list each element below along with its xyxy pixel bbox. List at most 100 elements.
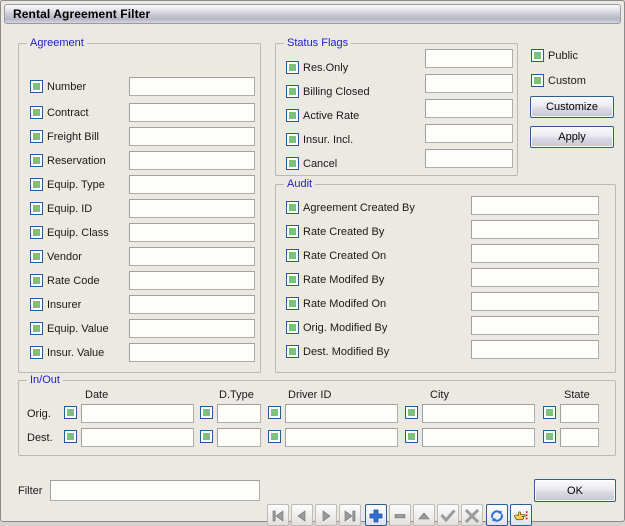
audit-orig-modified-by-checkbox[interactable] [286, 321, 299, 334]
orig-state-input[interactable] [560, 404, 599, 423]
agreement-equip-type-input[interactable] [129, 175, 255, 194]
agreement-insur-value-checkbox[interactable] [30, 346, 43, 359]
apply-button[interactable]: Apply [530, 126, 614, 148]
status-active-rate-input[interactable] [425, 99, 513, 118]
title-bar[interactable]: Rental Agreement Filter [4, 4, 621, 24]
agreement-freight-bill-input[interactable] [129, 127, 255, 146]
orig-date-checkbox[interactable] [64, 406, 77, 419]
dest-state-checkbox[interactable] [543, 430, 556, 443]
filter-input[interactable] [50, 480, 260, 501]
audit-dest-modified-by-input[interactable] [471, 340, 599, 359]
agreement-equip-id-label: Equip. ID [47, 203, 92, 215]
agreement-rate-code-input[interactable] [129, 271, 255, 290]
agreement-equip-value-checkbox[interactable] [30, 322, 43, 335]
agreement-insurer-checkbox[interactable] [30, 298, 43, 311]
dest-driver-checkbox[interactable] [268, 430, 281, 443]
audit-rate-modified-by-checkbox[interactable] [286, 273, 299, 286]
edit-record-button[interactable] [413, 504, 435, 526]
status-active-rate-checkbox[interactable] [286, 109, 299, 122]
ok-button-label: OK [567, 485, 583, 497]
agreement-number-input[interactable] [129, 77, 255, 96]
dest-state-input[interactable] [560, 428, 599, 447]
dest-date-input[interactable] [81, 428, 194, 447]
agreement-rate-code-checkbox[interactable] [30, 274, 43, 287]
orig-driver-id-input[interactable] [285, 404, 398, 423]
agreement-equip-type-checkbox[interactable] [30, 178, 43, 191]
audit-row-orig-modified-by: Orig. Modified By [286, 321, 387, 334]
ok-button[interactable]: OK [534, 479, 616, 502]
dest-city-input[interactable] [422, 428, 535, 447]
dest-date-checkbox[interactable] [64, 430, 77, 443]
agreement-vendor-checkbox[interactable] [30, 250, 43, 263]
status-res-only-input[interactable] [425, 49, 513, 68]
status-billing-closed-input[interactable] [425, 74, 513, 93]
pointer-hand-button[interactable] [510, 504, 532, 526]
dest-driver-id-input[interactable] [285, 428, 398, 447]
agreement-equip-id-input[interactable] [129, 199, 255, 218]
next-record-button[interactable] [315, 504, 337, 526]
audit-rate-created-on-input[interactable] [471, 244, 599, 263]
public-checkbox[interactable] [531, 49, 544, 62]
agreement-row-contract: Contract [30, 106, 89, 119]
refresh-button[interactable] [486, 504, 508, 526]
audit-agreement-created-by-input[interactable] [471, 196, 599, 215]
audit-group-label: Audit [284, 178, 315, 190]
status-row-insur-incl: Insur. Incl. [286, 133, 353, 146]
orig-dtype-checkbox[interactable] [200, 406, 213, 419]
orig-city-checkbox[interactable] [405, 406, 418, 419]
audit-agreement-created-by-checkbox[interactable] [286, 201, 299, 214]
orig-driver-checkbox[interactable] [268, 406, 281, 419]
orig-city-input[interactable] [422, 404, 535, 423]
agreement-insur-value-input[interactable] [129, 343, 255, 362]
audit-row-rate-modified-on: Rate Modifed On [286, 297, 386, 310]
orig-date-input[interactable] [81, 404, 194, 423]
in-out-row-label-orig: Orig. [27, 408, 51, 420]
last-record-button[interactable] [339, 504, 361, 526]
agreement-reservation-checkbox[interactable] [30, 154, 43, 167]
agreement-freight-bill-checkbox[interactable] [30, 130, 43, 143]
rental-agreement-filter-window: Rental Agreement Filter Agreement Number… [0, 0, 625, 522]
add-record-button[interactable] [365, 504, 387, 526]
agreement-reservation-input[interactable] [129, 151, 255, 170]
status-cancel-checkbox[interactable] [286, 157, 299, 170]
agreement-equip-id-checkbox[interactable] [30, 202, 43, 215]
audit-rate-modified-by-input[interactable] [471, 268, 599, 287]
agreement-contract-checkbox[interactable] [30, 106, 43, 119]
agreement-vendor-input[interactable] [129, 247, 255, 266]
agreement-insur-value-label: Insur. Value [47, 347, 104, 359]
agreement-equip-class-input[interactable] [129, 223, 255, 242]
dest-dtype-input[interactable] [217, 428, 261, 447]
dest-dtype-checkbox[interactable] [200, 430, 213, 443]
post-edit-button[interactable] [437, 504, 459, 526]
status-res-only-checkbox[interactable] [286, 61, 299, 74]
previous-record-button[interactable] [291, 504, 313, 526]
custom-checkbox[interactable] [531, 74, 544, 87]
agreement-equip-class-checkbox[interactable] [30, 226, 43, 239]
agreement-equip-value-input[interactable] [129, 319, 255, 338]
agreement-row-insurer: Insurer [30, 298, 81, 311]
orig-state-checkbox[interactable] [543, 406, 556, 419]
status-billing-closed-checkbox[interactable] [286, 85, 299, 98]
audit-rate-created-by-checkbox[interactable] [286, 225, 299, 238]
agreement-insurer-input[interactable] [129, 295, 255, 314]
status-cancel-input[interactable] [425, 149, 513, 168]
agreement-number-checkbox[interactable] [30, 80, 43, 93]
audit-dest-modified-by-checkbox[interactable] [286, 345, 299, 358]
audit-rate-modified-on-input[interactable] [471, 292, 599, 311]
audit-rate-created-by-input[interactable] [471, 220, 599, 239]
option-row-public: Public [531, 49, 578, 62]
status-insur-incl-checkbox[interactable] [286, 133, 299, 146]
customize-button[interactable]: Customize [530, 96, 614, 118]
audit-rate-created-on-checkbox[interactable] [286, 249, 299, 262]
delete-record-button[interactable] [389, 504, 411, 526]
option-row-custom: Custom [531, 74, 586, 87]
agreement-contract-input[interactable] [129, 103, 255, 122]
audit-orig-modified-by-input[interactable] [471, 316, 599, 335]
cancel-edit-button[interactable] [461, 504, 483, 526]
orig-dtype-input[interactable] [217, 404, 261, 423]
dest-city-checkbox[interactable] [405, 430, 418, 443]
status-insur-incl-input[interactable] [425, 124, 513, 143]
audit-rate-modified-on-checkbox[interactable] [286, 297, 299, 310]
first-record-button[interactable] [267, 504, 289, 526]
agreement-row-equip-value: Equip. Value [30, 322, 109, 335]
